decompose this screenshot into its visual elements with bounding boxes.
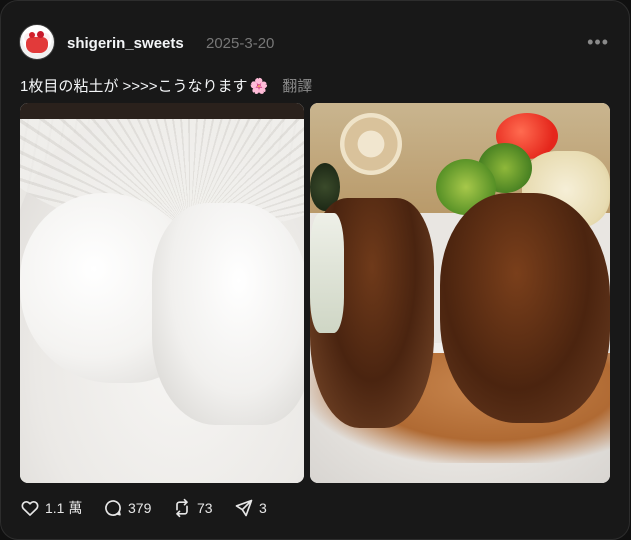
hamburg-steak-photo[interactable] bbox=[310, 103, 610, 483]
post-date[interactable]: 2025-3-20 bbox=[206, 35, 274, 52]
translate-link[interactable]: 翻譯 bbox=[282, 78, 312, 95]
more-options-icon[interactable]: ••• bbox=[587, 32, 609, 53]
avatar-strawberry bbox=[29, 32, 35, 38]
clay-lump-right bbox=[152, 203, 304, 425]
comment-icon bbox=[103, 498, 123, 518]
repost-button[interactable]: 73 bbox=[172, 498, 213, 518]
like-count: 1.1 萬 bbox=[45, 500, 83, 516]
hamburg-steak-right bbox=[440, 193, 610, 423]
avatar-cake bbox=[26, 37, 48, 53]
repost-icon bbox=[172, 498, 192, 518]
repost-count: 73 bbox=[197, 500, 213, 516]
caption-text: 1枚目の粘土が >>>>こうなります bbox=[20, 78, 248, 95]
send-icon bbox=[234, 498, 254, 518]
cheese bbox=[310, 213, 344, 333]
like-button[interactable]: 1.1 萬 bbox=[20, 498, 82, 518]
table-edge bbox=[20, 103, 304, 119]
post-actions: 1.1 萬 379 73 3 bbox=[20, 498, 420, 522]
post-caption: 1枚目の粘土が >>>>こうなります 🌸 翻譯 bbox=[20, 75, 312, 96]
comment-button[interactable]: 379 bbox=[103, 498, 151, 518]
cherry-blossom-emoji: 🌸 bbox=[249, 78, 269, 95]
post-header: shigerin_sweets 2025-3-20 ••• bbox=[19, 24, 615, 62]
share-count: 3 bbox=[259, 500, 267, 516]
share-button[interactable]: 3 bbox=[234, 498, 267, 518]
heart-icon bbox=[20, 498, 40, 518]
lotus-root bbox=[340, 113, 402, 175]
username[interactable]: shigerin_sweets bbox=[67, 35, 184, 52]
avatar[interactable] bbox=[19, 24, 55, 60]
avatar-strawberry bbox=[37, 31, 44, 38]
post-card: shigerin_sweets 2025-3-20 ••• 1枚目の粘土が >>… bbox=[0, 0, 630, 540]
comment-count: 379 bbox=[128, 500, 152, 516]
clay-photo[interactable] bbox=[20, 103, 304, 483]
